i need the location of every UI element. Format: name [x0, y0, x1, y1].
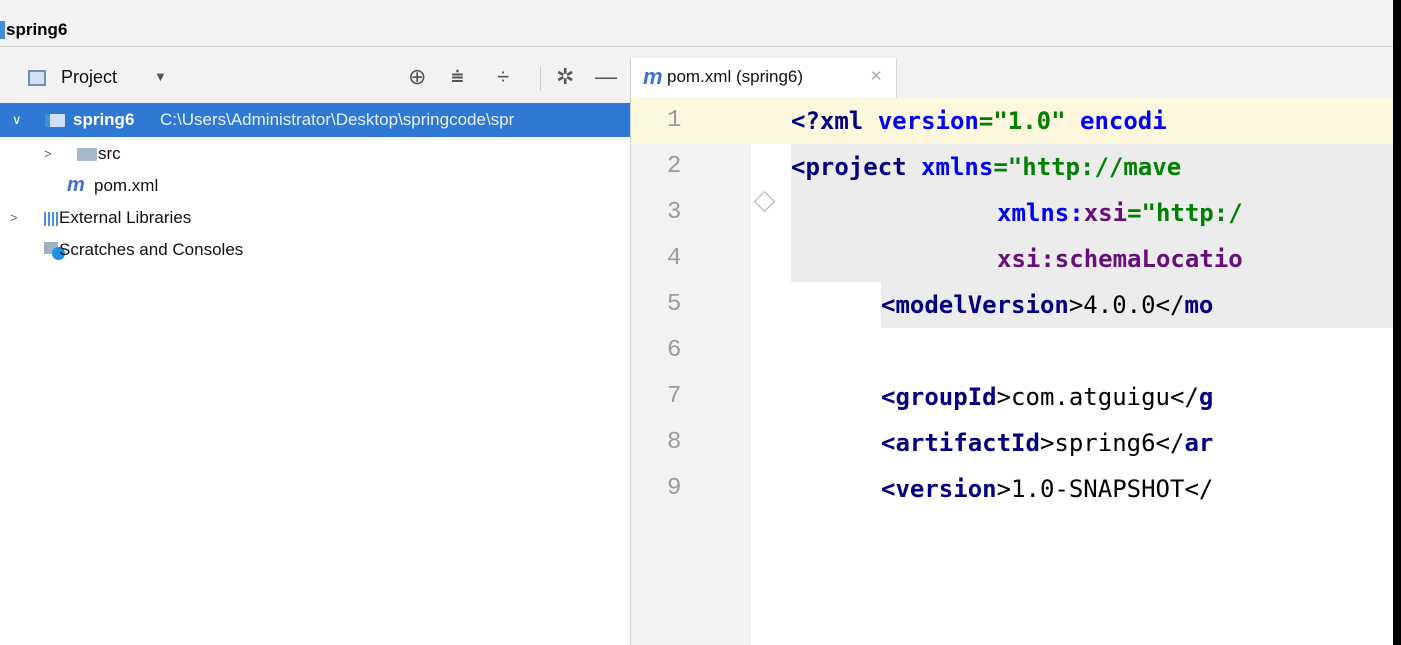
project-tool-window: Project ▼ ⊕ ⩧ ÷ ✲ — ∨ spring6 C:\Users\A… — [0, 58, 631, 645]
tab-label: pom.xml (spring6) — [667, 67, 804, 86]
tree-item-spring6[interactable]: ∨ spring6 C:\Users\Administrator\Desktop… — [0, 103, 630, 137]
tree-item-label: spring6 — [73, 110, 135, 129]
maven-icon: m — [67, 174, 85, 196]
editor-tabs: m pom.xml (spring6) ✕ — [631, 58, 1393, 99]
code-line: xmlns:xsi="http:/ — [997, 199, 1243, 227]
tree-item-path: C:\Users\Administrator\Desktop\springcod… — [160, 110, 515, 129]
line-number: 7 — [667, 383, 682, 410]
chevron-right-icon[interactable]: > — [44, 139, 52, 169]
ide-window: spring6 Project ▼ ⊕ ⩧ ÷ ✲ — ∨ spring6 C:… — [0, 0, 1393, 645]
line-number: 6 — [667, 337, 682, 364]
library-icon — [44, 212, 58, 226]
locate-icon[interactable]: ⊕ — [408, 65, 426, 89]
code-line: <project xmlns="http://mave — [791, 153, 1182, 181]
code-line: <version>1.0-SNAPSHOT</ — [881, 475, 1214, 503]
code-line: <?xml version="1.0" encodi — [751, 98, 1393, 144]
folder-icon — [77, 148, 97, 161]
tree-item-label: Scratches and Consoles — [59, 240, 244, 259]
line-number: 4 — [667, 245, 682, 272]
line-number: 9 — [667, 475, 682, 502]
collapse-all-icon[interactable]: ÷ — [497, 65, 509, 89]
project-icon — [0, 21, 5, 39]
title-bar: spring6 — [0, 12, 1393, 47]
line-number: 5 — [667, 291, 682, 318]
editor: m pom.xml (spring6) ✕ 1 2 3 4 5 6 7 8 9 … — [631, 58, 1393, 645]
tree-item-label: src — [98, 144, 121, 163]
project-header: Project ▼ ⊕ ⩧ ÷ ✲ — — [0, 58, 630, 104]
code-area[interactable]: <?xml version="1.0" encodi <project xmln… — [751, 98, 1393, 645]
window-title: spring6 — [6, 20, 68, 39]
gear-icon[interactable]: ✲ — [556, 65, 574, 89]
line-number: 1 — [631, 98, 751, 144]
code-line: xsi:schemaLocatio — [997, 245, 1243, 273]
maven-icon: m — [643, 64, 663, 89]
tree-item-label: External Libraries — [59, 208, 192, 227]
line-gutter: 1 2 3 4 5 6 7 8 9 — [631, 98, 751, 645]
line-number: 8 — [667, 429, 682, 456]
line-number: 2 — [667, 153, 682, 180]
chevron-down-icon[interactable]: ▼ — [154, 69, 167, 84]
tab-pom-xml[interactable]: m pom.xml (spring6) ✕ — [631, 58, 897, 98]
code-line: <modelVersion>4.0.0</mo — [751, 282, 1393, 328]
tree-item-src[interactable]: > src — [0, 139, 630, 169]
expand-all-icon[interactable]: ⩧ — [451, 65, 464, 89]
toolbar-divider — [540, 67, 541, 91]
tree-item-label: pom.xml — [94, 176, 159, 195]
chevron-right-icon[interactable]: > — [10, 203, 18, 233]
chevron-down-icon[interactable]: ∨ — [12, 103, 22, 137]
line-number: 3 — [667, 199, 682, 226]
tree-item-scratches[interactable]: Scratches and Consoles — [0, 235, 630, 265]
code-line: <groupId>com.atguigu</g — [881, 383, 1214, 411]
project-view-selector[interactable]: Project — [61, 67, 117, 88]
tree-item-external-libraries[interactable]: > External Libraries — [0, 203, 630, 233]
project-view-icon — [28, 70, 46, 86]
tree-item-pom[interactable]: m pom.xml — [0, 171, 630, 201]
code-line: <artifactId>spring6</ar — [881, 429, 1214, 457]
close-icon[interactable]: ✕ — [870, 67, 883, 85]
hide-icon[interactable]: — — [595, 65, 617, 89]
module-folder-icon — [45, 114, 65, 127]
